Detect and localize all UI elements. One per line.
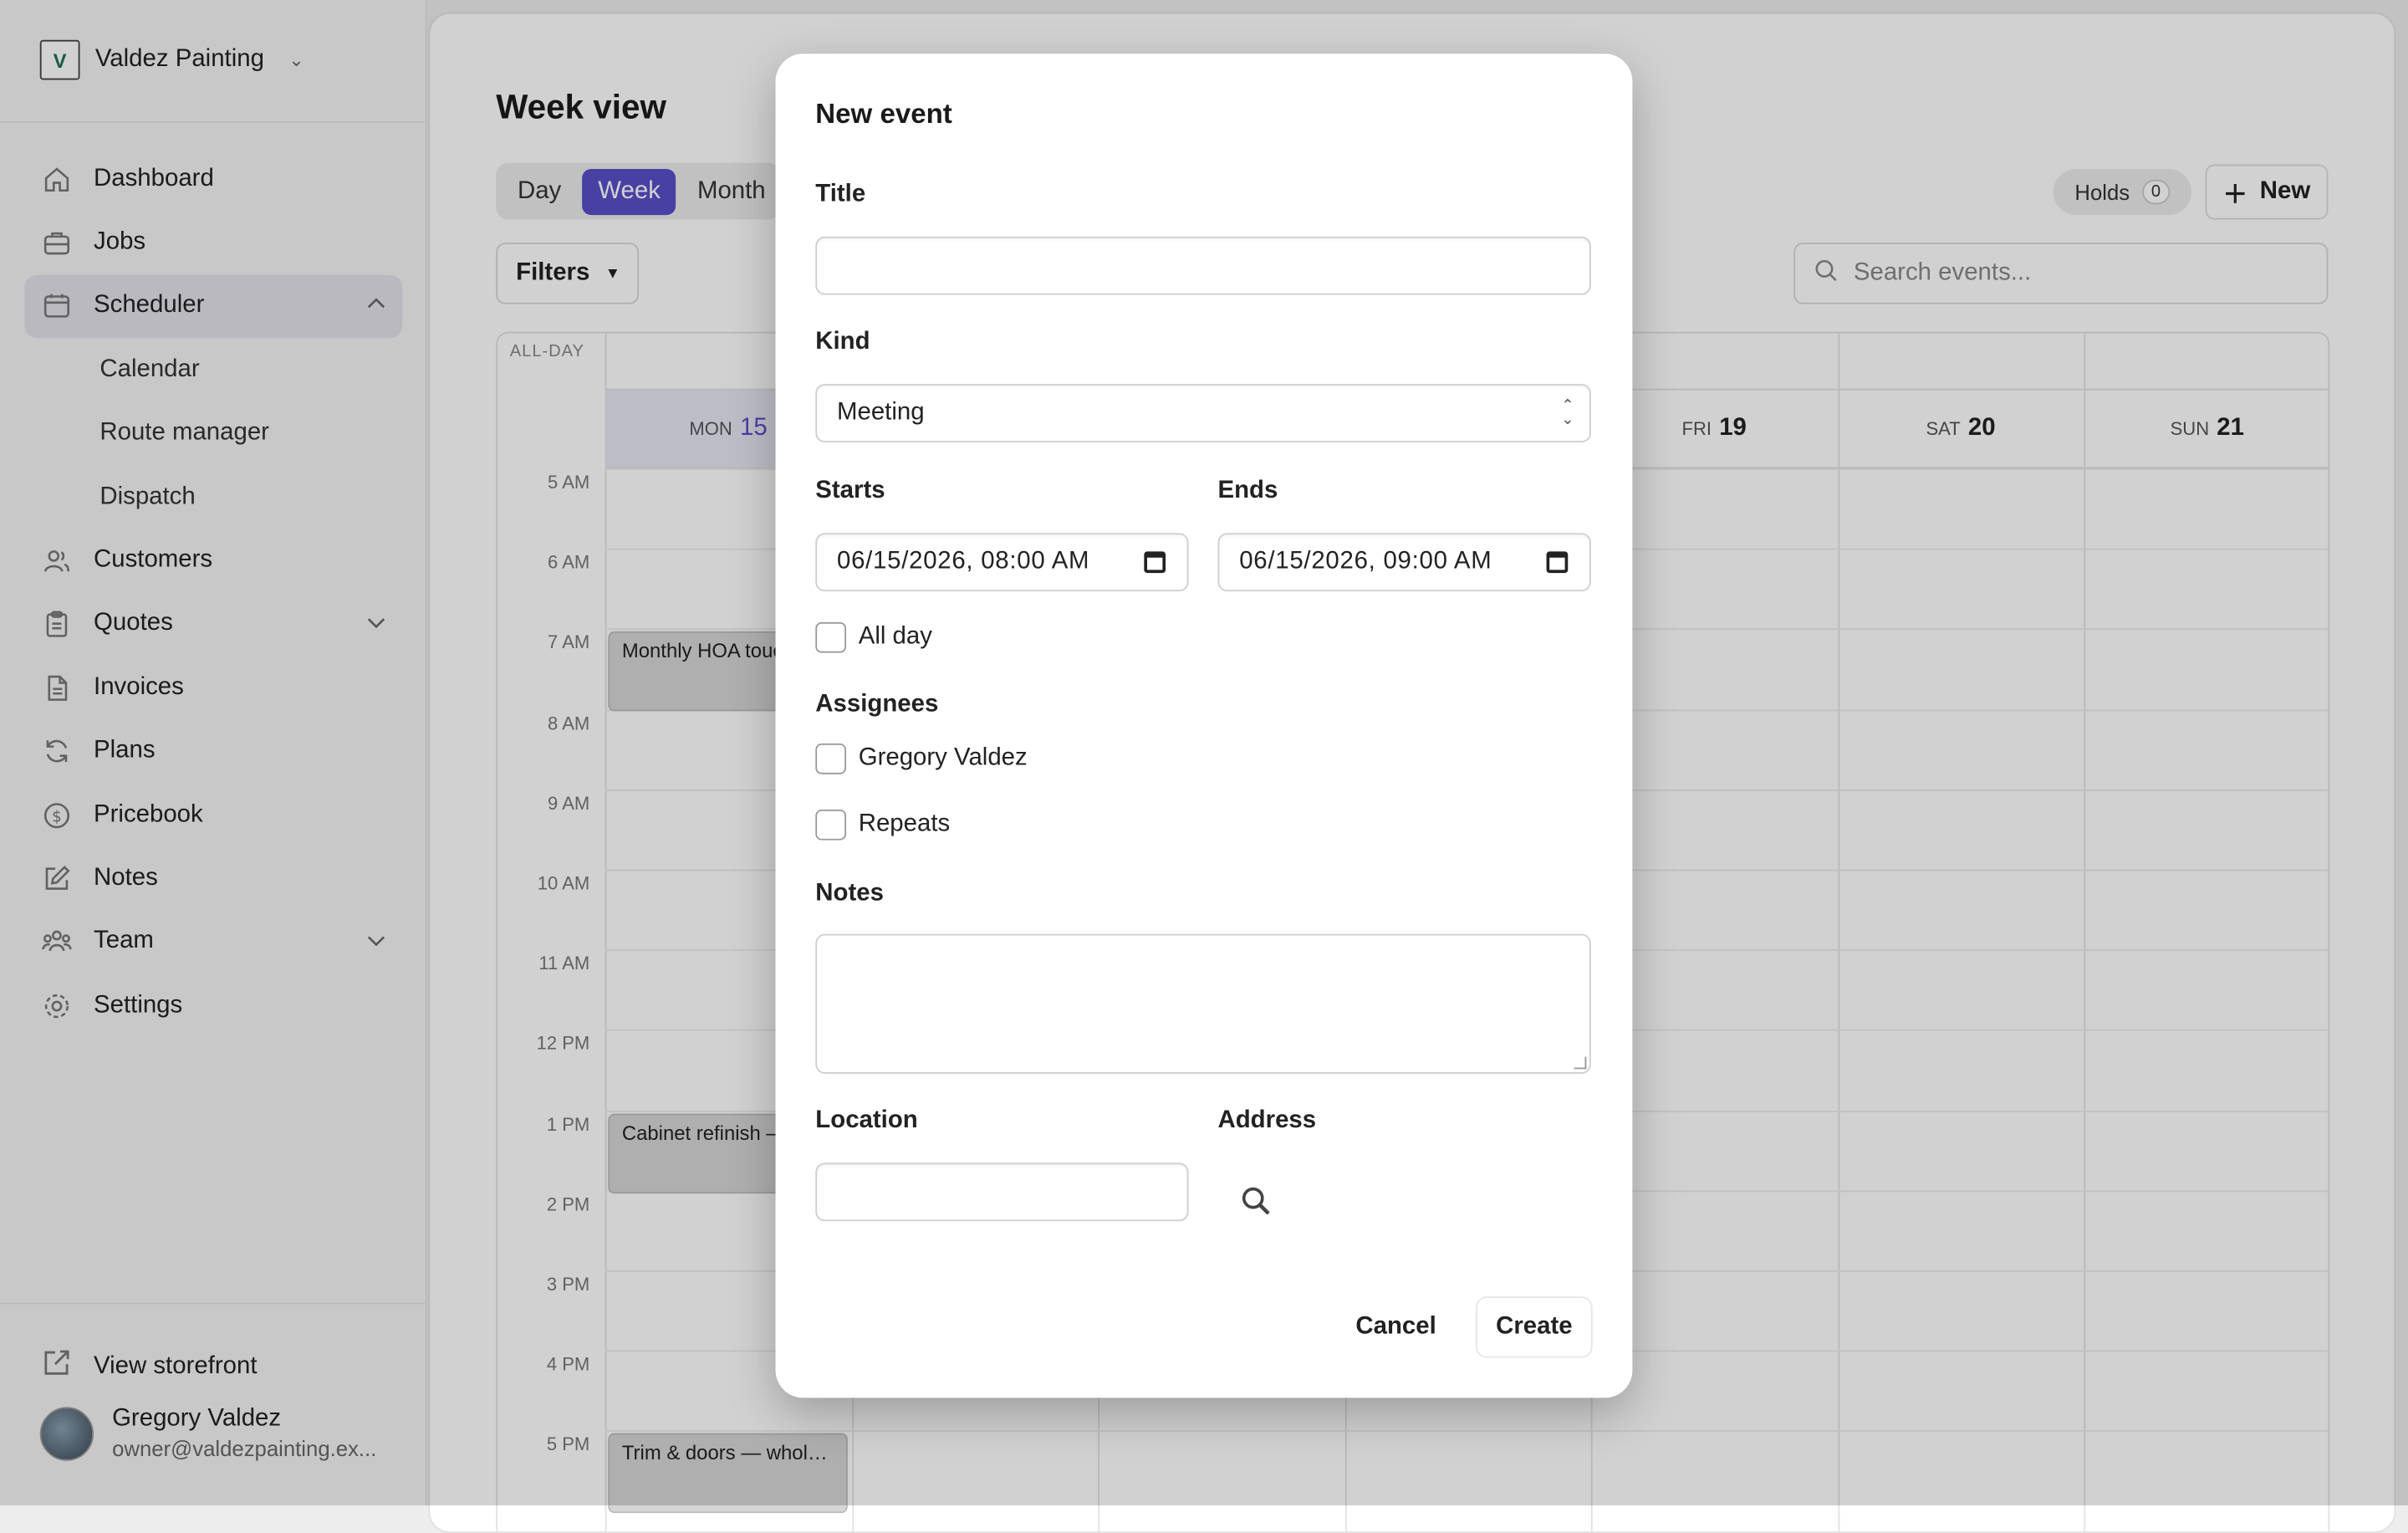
repeats-checkbox[interactable] (815, 809, 847, 841)
repeats-label: Repeats (858, 810, 951, 838)
search-icon[interactable] (1237, 1183, 1274, 1227)
title-input[interactable] (815, 236, 1591, 295)
resize-handle-icon[interactable] (1574, 1056, 1587, 1070)
create-button[interactable]: Create (1477, 1298, 1591, 1357)
all-day-checkbox-row[interactable]: All day (815, 621, 932, 653)
address-label: Address (1217, 1107, 1317, 1134)
kind-select[interactable]: Meeting ⌃ ⌄ (815, 384, 1591, 442)
starts-datetime-input[interactable]: 06/15/2026, 08:00 AM (815, 533, 1189, 592)
kind-value: Meeting (837, 399, 925, 426)
title-label: Title (815, 181, 866, 207)
dialog-title: New event (815, 98, 952, 130)
cancel-button[interactable]: Cancel (1334, 1298, 1457, 1357)
ends-label: Ends (1217, 478, 1278, 504)
all-day-label: All day (858, 623, 932, 650)
starts-value: 06/15/2026, 08:00 AM (837, 548, 1090, 575)
ends-datetime-input[interactable]: 06/15/2026, 09:00 AM (1217, 533, 1591, 592)
assignee-row[interactable]: Gregory Valdez (815, 743, 1028, 774)
assignees-label: Assignees (815, 691, 939, 718)
location-input[interactable] (815, 1163, 1189, 1222)
all-day-checkbox[interactable] (815, 621, 847, 653)
kind-label: Kind (815, 329, 870, 355)
new-event-dialog: New event Title Kind Meeting ⌃ ⌄ Starts E… (775, 54, 1633, 1398)
ends-value: 06/15/2026, 09:00 AM (1239, 548, 1492, 575)
repeats-checkbox-row[interactable]: Repeats (815, 809, 951, 841)
calendar-picker-icon[interactable] (1144, 551, 1166, 574)
assignee-checkbox[interactable] (815, 743, 847, 774)
calendar-picker-icon[interactable] (1546, 551, 1569, 574)
location-label: Location (815, 1107, 918, 1134)
updown-chevron-icon: ⌃ ⌄ (1561, 397, 1574, 429)
starts-label: Starts (815, 478, 885, 504)
notes-label: Notes (815, 880, 884, 907)
notes-textarea[interactable] (815, 933, 1591, 1074)
assignee-name: Gregory Valdez (858, 744, 1028, 772)
